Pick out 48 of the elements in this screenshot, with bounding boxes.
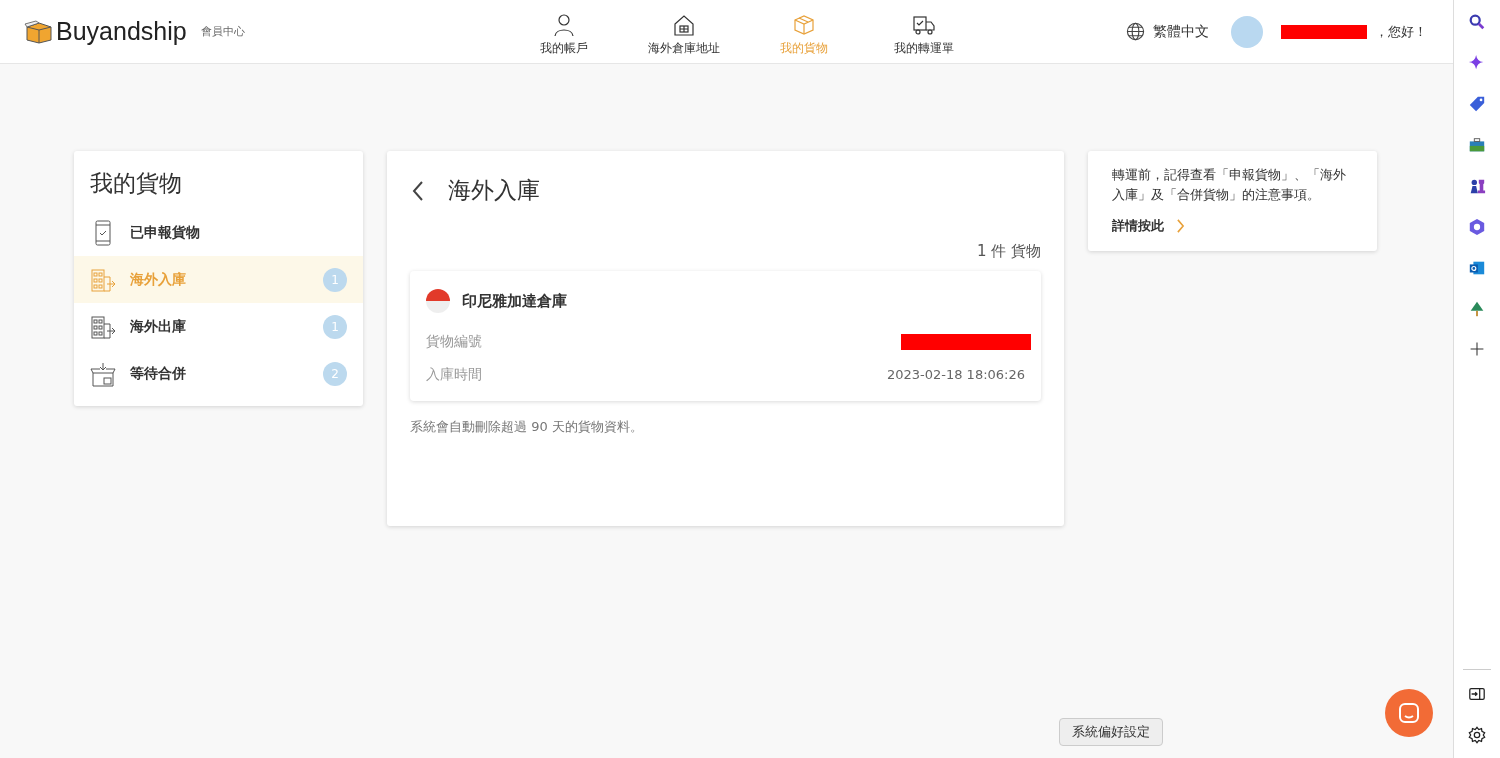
box-logo-icon [24,19,54,44]
box-icon [792,13,816,37]
back-chevron-icon[interactable] [412,180,424,201]
member-center-label: 會員中心 [200,24,245,39]
truck-icon [912,13,936,37]
tree-icon[interactable] [1468,300,1486,318]
nav-tab[interactable]: 我的轉運單 [864,7,984,56]
search-icon[interactable] [1468,13,1486,31]
count-badge: 1 [323,314,347,339]
building-icon [90,313,116,340]
sidebar-item[interactable]: 已申報貨物 [74,209,363,256]
chess-pieces-icon[interactable] [1468,177,1486,195]
retention-note: 系統會自動刪除超過 90 天的貨物資料。 [410,418,644,436]
sidebar-title: 我的貨物 [89,169,183,198]
page-title: 海外入庫 [448,176,540,205]
tag-icon[interactable] [1468,95,1486,113]
field-label: 貨物編號 [426,332,482,351]
chat-button[interactable] [1385,689,1433,737]
sidebar-item[interactable]: 海外出庫 1 [74,303,363,350]
tooltip: 系統偏好設定 [1059,718,1163,746]
count-badge: 2 [323,361,347,386]
toolbox-icon[interactable] [1468,136,1486,154]
globe-icon[interactable] [1126,22,1145,41]
settings-icon[interactable] [1468,726,1486,744]
field-value: 2023-02-18 18:06:26 [886,367,1025,382]
hexagon-logo-icon[interactable] [1468,218,1486,236]
panel-toggle-icon[interactable] [1468,685,1486,703]
package-icon [90,360,116,387]
chat-icon [1397,701,1421,725]
building-icon [90,266,116,293]
item-count: 1 件 貨物 [975,242,1041,261]
language-selector[interactable]: 繁體中文 [1153,22,1209,41]
chevron-right-icon [1176,219,1185,233]
mail-app-icon[interactable] [1468,259,1486,277]
nav-tab[interactable]: 我的帳戶 [504,7,624,56]
info-text: 轉運前，記得查看「申報貨物」、「海外入庫」及「合併貨物」的注意事項。 [1112,166,1347,204]
sidebar-item[interactable]: 等待合併 2 [74,350,363,397]
field-label: 入庫時間 [426,365,482,384]
greeting-text: ，您好！ [1375,22,1427,41]
flag-icon [426,289,450,313]
person-icon [552,13,576,37]
house-icon [672,13,696,37]
plus-icon[interactable] [1469,341,1485,357]
logo-text[interactable]: Buyandship [56,17,187,46]
details-link[interactable]: 詳情按此 [1112,217,1353,235]
count-badge: 1 [323,267,347,292]
nav-tab[interactable]: 海外倉庫地址 [624,7,744,56]
warehouse-name: 印尼雅加達倉庫 [462,291,567,311]
